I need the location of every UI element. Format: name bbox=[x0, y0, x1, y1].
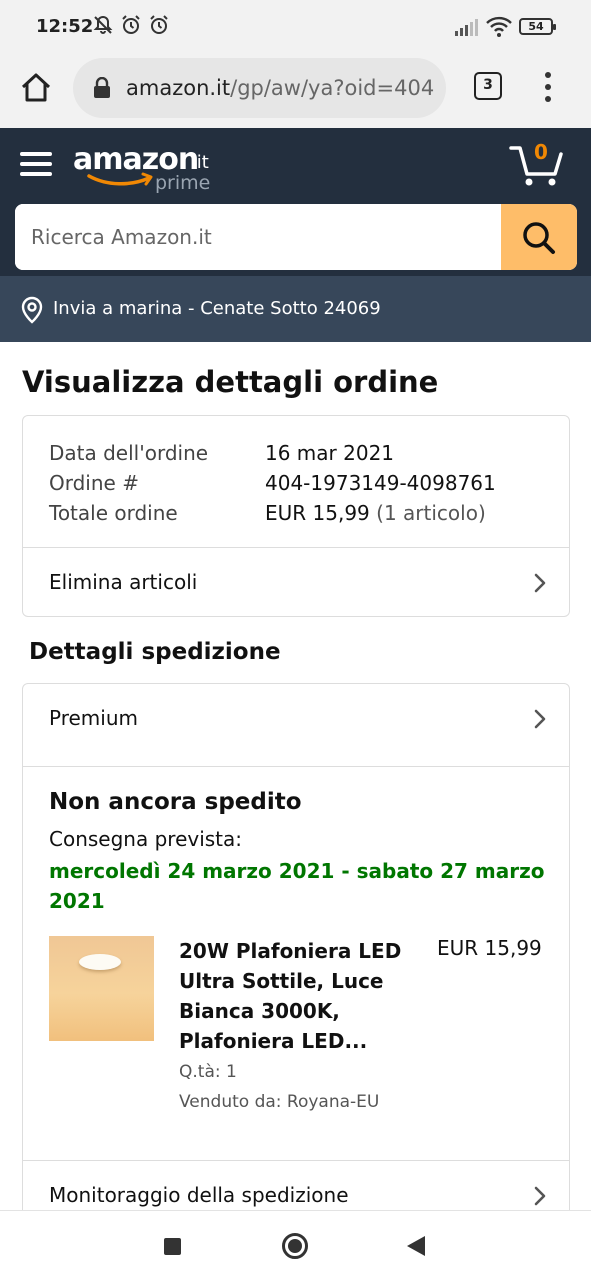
hamburger-menu-icon[interactable] bbox=[20, 148, 52, 178]
home-icon[interactable] bbox=[18, 70, 54, 106]
shipment-card: Premium Non ancora spedito Consegna prev… bbox=[22, 683, 570, 1223]
battery-icon: 54 bbox=[519, 18, 556, 35]
alarm-icon bbox=[148, 14, 170, 40]
deliver-to-text: Invia a marina - Cenate Sotto 24069 bbox=[53, 298, 381, 319]
order-total-label: Totale ordine bbox=[49, 501, 178, 525]
chevron-right-icon bbox=[534, 1186, 546, 1206]
mute-notifications-icon bbox=[92, 14, 114, 40]
shipment-status: Non ancora spedito bbox=[49, 789, 302, 815]
shipping-speed-link[interactable]: Premium bbox=[23, 684, 569, 754]
amazon-header: amazon .it prime 0 bbox=[0, 128, 591, 276]
status-bar: 12:52 54 bbox=[0, 0, 591, 54]
home-button-icon[interactable] bbox=[282, 1233, 308, 1259]
lock-icon bbox=[93, 76, 111, 103]
order-total-amount: EUR 15,99 bbox=[265, 501, 370, 525]
order-number-label: Ordine # bbox=[49, 471, 139, 495]
page-title: Visualizza dettagli ordine bbox=[22, 365, 439, 399]
amazon-prime-logo[interactable]: amazon .it prime bbox=[73, 142, 223, 198]
search-button[interactable] bbox=[501, 204, 577, 270]
deliver-to-bar[interactable]: Invia a marina - Cenate Sotto 24069 bbox=[0, 276, 591, 342]
order-number-value: 404-1973149-4098761 bbox=[265, 471, 496, 495]
order-total-value: EUR 15,99 (1 articolo) bbox=[265, 498, 486, 528]
tab-switcher-button[interactable]: 3 bbox=[474, 72, 502, 100]
url-text: amazon.it/gp/aw/ya?oid=404 bbox=[126, 76, 434, 100]
url-path: /gp/aw/ya?oid=404 bbox=[230, 76, 435, 100]
back-icon[interactable] bbox=[407, 1236, 425, 1256]
wifi-icon bbox=[486, 16, 512, 42]
product-seller: Venduto da: Royana-EU bbox=[179, 1092, 380, 1112]
search-input[interactable] bbox=[15, 204, 501, 270]
logo-prime: prime bbox=[155, 172, 211, 194]
product-thumbnail[interactable] bbox=[49, 936, 154, 1041]
cart-button[interactable]: 0 bbox=[507, 140, 567, 188]
amazon-smile-icon bbox=[87, 172, 153, 186]
browser-toolbar: amazon.it/gp/aw/ya?oid=404 3 bbox=[0, 54, 591, 128]
delivery-estimate-label: Consegna prevista: bbox=[49, 827, 243, 851]
search-icon bbox=[523, 222, 555, 254]
order-summary-card: Data dell'ordine 16 mar 2021 Ordine # 40… bbox=[22, 415, 570, 617]
search-bar bbox=[15, 204, 577, 270]
delivery-estimate-date: mercoledì 24 marzo 2021 - sabato 27 marz… bbox=[49, 859, 545, 913]
location-pin-icon bbox=[20, 296, 44, 328]
product-quantity: Q.tà: 1 bbox=[179, 1062, 237, 1082]
order-date-label: Data dell'ordine bbox=[49, 441, 209, 465]
delete-items-label: Elimina articoli bbox=[49, 570, 198, 594]
shipping-speed-label: Premium bbox=[49, 706, 138, 730]
order-date-value: 16 mar 2021 bbox=[265, 441, 395, 465]
url-bar[interactable]: amazon.it/gp/aw/ya?oid=404 bbox=[73, 58, 446, 118]
signal-icon bbox=[455, 18, 479, 40]
chevron-right-icon bbox=[534, 573, 546, 593]
chevron-right-icon bbox=[534, 709, 546, 729]
browser-menu-icon[interactable] bbox=[536, 70, 560, 104]
product-title-link[interactable]: 20W Plafoniera LED Ultra Sottile, Luce B… bbox=[179, 936, 419, 1056]
recent-apps-icon[interactable] bbox=[164, 1238, 181, 1255]
system-navigation-bar bbox=[0, 1210, 591, 1280]
alarm-icon bbox=[120, 14, 142, 40]
shipment-section-title: Dettagli spedizione bbox=[29, 639, 281, 665]
tracking-label: Monitoraggio della spedizione bbox=[49, 1183, 349, 1207]
cart-count: 0 bbox=[534, 140, 548, 164]
url-host: amazon.it bbox=[126, 76, 231, 100]
status-time: 12:52 bbox=[36, 16, 94, 37]
logo-tld: .it bbox=[191, 152, 209, 173]
divider bbox=[23, 766, 569, 767]
delete-items-link[interactable]: Elimina articoli bbox=[23, 548, 569, 616]
product-image-lamp bbox=[79, 954, 121, 970]
product-price: EUR 15,99 bbox=[437, 936, 542, 960]
order-item-count: (1 articolo) bbox=[376, 501, 486, 525]
